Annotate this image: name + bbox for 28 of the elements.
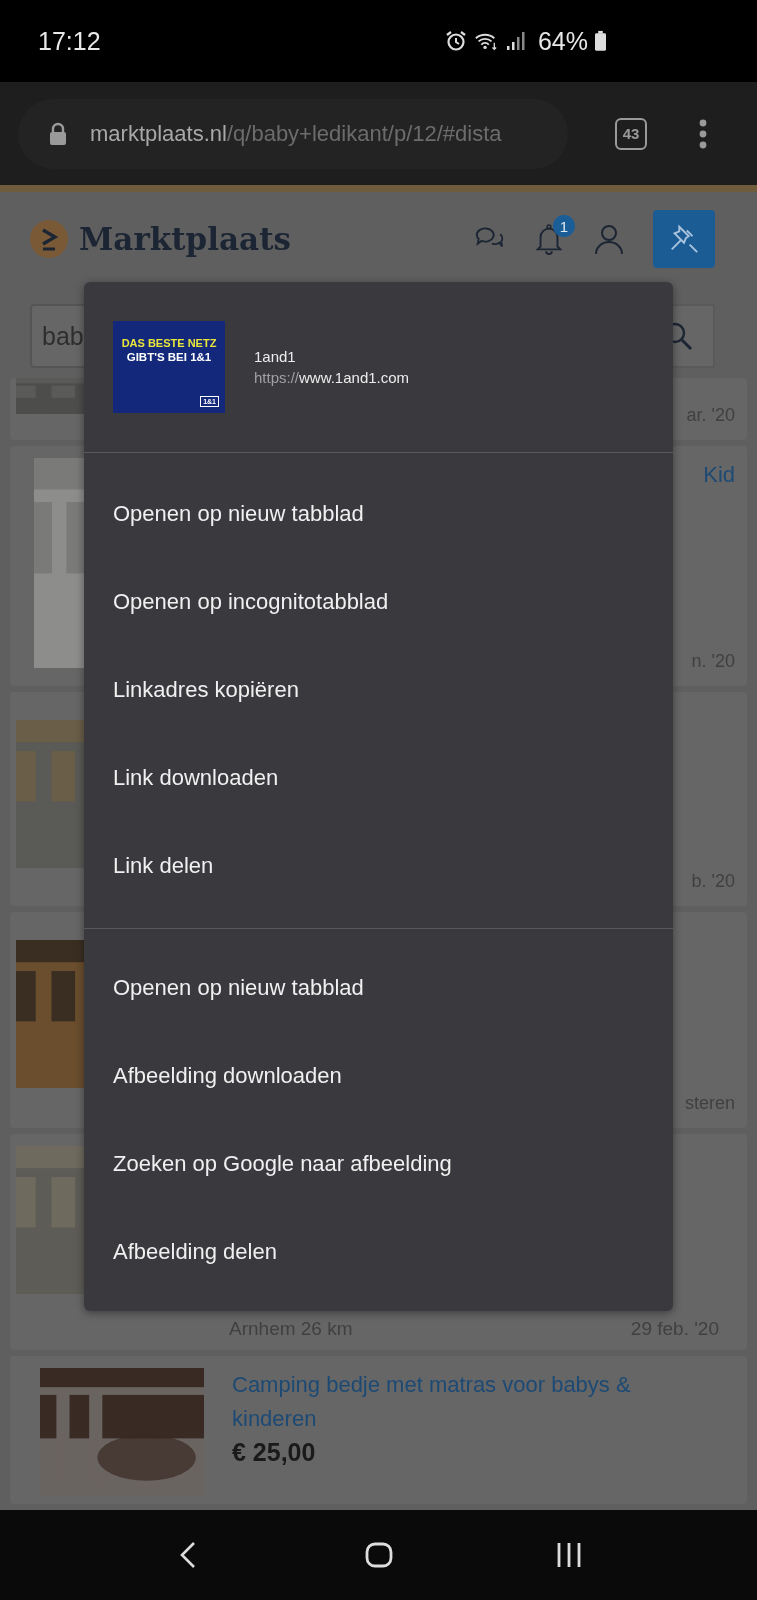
menu-item[interactable]: Openen op nieuw tabblad	[84, 944, 673, 1032]
tab-count-button[interactable]: 43	[615, 117, 647, 150]
menu-item[interactable]: Openen op incognitotabblad	[84, 558, 673, 646]
place-ad-button[interactable]	[653, 210, 715, 268]
link-title: 1and1	[254, 348, 297, 365]
menu-item[interactable]: Afbeelding delen	[84, 1208, 673, 1296]
pin-icon	[668, 223, 700, 255]
menu-item[interactable]: Linkadres kopiëren	[84, 646, 673, 734]
menu-item[interactable]: Link delen	[84, 822, 673, 910]
listing-price: € 25,00	[232, 1438, 317, 1467]
ad-slogan: DAS BESTE NETZ	[121, 337, 217, 349]
url-text: marktplaats.nl/q/baby+ledikant/p/12/#dista	[90, 120, 502, 147]
menu-item[interactable]: Openen op nieuw tabblad	[84, 470, 673, 558]
address-bar[interactable]: marktplaats.nl/q/baby+ledikant/p/12/#dista	[18, 98, 568, 169]
menu-item[interactable]: Zoeken op Google naar afbeelding	[84, 1120, 673, 1208]
user-icon[interactable]	[593, 223, 625, 255]
menu-icon[interactable]	[699, 118, 707, 149]
menu-item[interactable]: Afbeelding downloaden	[84, 1032, 673, 1120]
home-icon[interactable]	[363, 1540, 394, 1570]
ad-slogan: GIBT'S BEI 1&1	[126, 351, 212, 363]
notification-badge: 1	[553, 215, 575, 237]
menu-item[interactable]: Link downloaden	[84, 734, 673, 822]
clock-time: 17:12	[38, 26, 101, 56]
link-url: https://www.1and1.com	[254, 369, 410, 386]
battery-icon	[594, 30, 607, 52]
logo-icon[interactable]	[29, 219, 69, 259]
lock-icon	[48, 121, 68, 146]
battery-percentage: 64%	[537, 26, 588, 56]
